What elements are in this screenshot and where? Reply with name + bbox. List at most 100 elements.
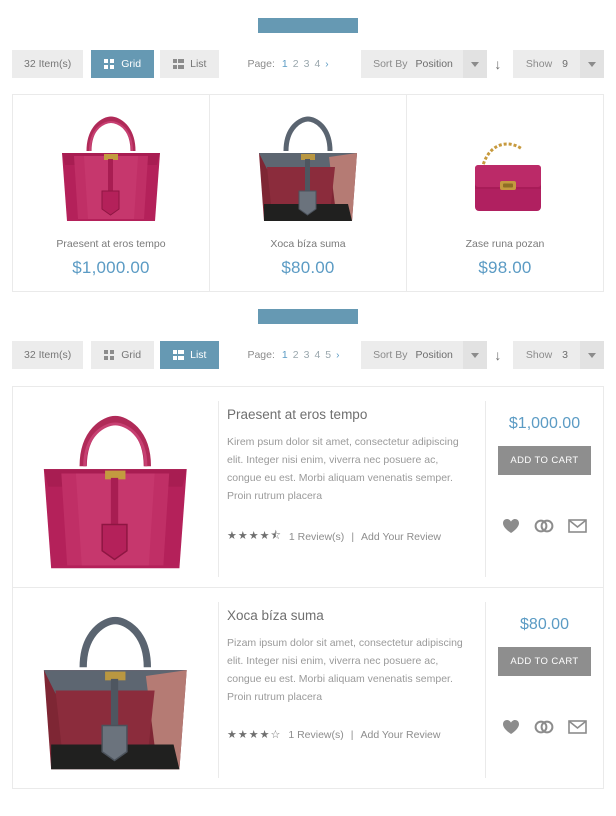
chevron-down-icon: [588, 352, 596, 358]
grid-product-price: $80.00: [281, 258, 335, 277]
colorblock-tote-bag-image: [258, 116, 357, 221]
rating-stars: ★★★★⯪: [227, 530, 282, 542]
list-view-button-top[interactable]: List: [160, 50, 220, 78]
compare-icon[interactable]: [534, 518, 554, 534]
list-product-name[interactable]: Xoca bíza suma: [227, 608, 471, 623]
chevron-down-icon: [470, 352, 479, 358]
list-icon: [173, 58, 185, 70]
view-mode-switch-grid: Grid List: [91, 50, 220, 78]
show-value-grid: 9: [562, 58, 568, 70]
page-link-3-list[interactable]: 3: [304, 349, 310, 361]
pagination-list: Page: 1 2 3 4 5 ›: [247, 349, 339, 361]
page-link-3-grid[interactable]: 3: [304, 58, 310, 70]
grid-view-button-bottom[interactable]: Grid: [91, 341, 155, 369]
sort-by-label-grid: Sort By: [373, 58, 408, 70]
chevron-down-icon: [588, 61, 596, 67]
add-your-review-link[interactable]: Add Your Review: [361, 531, 441, 543]
grid-product-item[interactable]: Xoca bíza suma $80.00: [209, 95, 406, 291]
list-product-item[interactable]: Xoca bíza suma Pizam ipsum dolor sit ame…: [13, 587, 603, 788]
next-page-arrow-list[interactable]: ›: [336, 350, 339, 361]
toolbar-grid: 32 Item(s) Grid List Page: 1 2 3 4 › Sor…: [12, 50, 604, 78]
grid-icon: [104, 349, 115, 361]
page-link-2-grid[interactable]: 2: [293, 58, 299, 70]
sort-by-value-grid: Position: [415, 58, 453, 70]
grid-product-name: Zase runa pozan: [465, 238, 545, 250]
list-product-name[interactable]: Praesent at eros tempo: [227, 407, 471, 422]
show-control-grid[interactable]: Show 9: [512, 50, 580, 78]
page-link-5-list[interactable]: 5: [325, 349, 331, 361]
grid-product-list: Praesent at eros tempo $1,000.00 Xoca bí…: [12, 94, 604, 292]
toolbar-right-list: Sort By Position ↓ Show 3: [361, 341, 604, 369]
product-listing-page: 32 Item(s) Grid List Page: 1 2 3 4 › Sor…: [0, 0, 616, 816]
list-product-actions: $1,000.00 ADD TO CART: [485, 401, 603, 577]
list-section-heading: [0, 292, 616, 324]
list-product-list: Praesent at eros tempo Kirem psum dolor …: [12, 386, 604, 789]
list-product-image-cell: [13, 602, 218, 778]
list-product-actions: $80.00 ADD TO CART: [485, 602, 603, 778]
sort-by-control-grid[interactable]: Sort By Position: [361, 50, 463, 78]
grid-section-heading-bar: [258, 18, 358, 33]
colorblock-tote-bag-image: [43, 616, 187, 770]
list-product-description: Kirem psum dolor sit amet, consectetur a…: [227, 436, 459, 502]
sort-by-label-list: Sort By: [373, 349, 408, 361]
review-count: 1 Review(s): [288, 530, 345, 543]
page-link-4-list[interactable]: 4: [314, 349, 320, 361]
list-view-label: List: [190, 58, 207, 70]
list-product-price: $80.00: [520, 616, 569, 633]
list-product-info: Xoca bíza suma Pizam ipsum dolor sit ame…: [218, 602, 485, 778]
add-to-cart-button[interactable]: ADD TO CART: [498, 446, 591, 475]
add-to-cart-button[interactable]: ADD TO CART: [498, 647, 591, 676]
chevron-down-icon: [470, 61, 479, 67]
grid-product-item[interactable]: Praesent at eros tempo $1,000.00: [13, 95, 209, 291]
wishlist-heart-icon[interactable]: [502, 719, 520, 735]
sort-by-control-list[interactable]: Sort By Position: [361, 341, 463, 369]
grid-product-name: Praesent at eros tempo: [56, 238, 166, 250]
pink-tote-bag-image: [61, 116, 160, 221]
wishlist-heart-icon[interactable]: [502, 518, 520, 534]
pagination-grid: Page: 1 2 3 4 ›: [247, 58, 328, 70]
show-control-list[interactable]: Show 3: [512, 341, 580, 369]
page-link-4-grid[interactable]: 4: [314, 58, 320, 70]
show-label-list: Show: [525, 349, 553, 361]
item-count-list: 32 Item(s): [12, 341, 84, 369]
sort-direction-button-list[interactable]: ↓: [487, 347, 509, 363]
list-product-info: Praesent at eros tempo Kirem psum dolor …: [218, 401, 485, 577]
page-link-2-list[interactable]: 2: [293, 349, 299, 361]
show-label-grid: Show: [525, 58, 553, 70]
item-count-grid: 32 Item(s): [12, 50, 84, 78]
grid-view-button-top[interactable]: Grid: [91, 50, 155, 78]
toolbar-right-grid: Sort By Position ↓ Show 9: [361, 50, 604, 78]
page-label-list: Page:: [247, 349, 275, 361]
grid-icon: [104, 58, 115, 70]
add-your-review-link[interactable]: Add Your Review: [360, 729, 440, 741]
list-product-image-cell: [13, 401, 218, 577]
grid-view-label: Grid: [121, 349, 142, 361]
grid-view-label: Grid: [121, 58, 142, 70]
sort-direction-button-grid[interactable]: ↓: [487, 56, 509, 72]
show-dropdown-toggle-list[interactable]: [580, 341, 604, 369]
grid-product-item[interactable]: Zase runa pozan $98.00: [406, 95, 603, 291]
rating-stars: ★★★★☆: [227, 729, 282, 741]
grid-product-price: $1,000.00: [72, 258, 150, 277]
page-link-1-list[interactable]: 1: [282, 349, 288, 361]
sort-by-dropdown-toggle-grid[interactable]: [462, 50, 487, 78]
list-product-price: $1,000.00: [508, 415, 581, 432]
list-view-label: List: [190, 349, 207, 361]
email-icon[interactable]: [568, 519, 587, 533]
next-page-arrow-grid[interactable]: ›: [325, 59, 328, 70]
email-icon[interactable]: [568, 720, 587, 734]
list-view-button-bottom[interactable]: List: [160, 341, 220, 369]
show-dropdown-toggle-grid[interactable]: [580, 50, 604, 78]
list-product-item[interactable]: Praesent at eros tempo Kirem psum dolor …: [13, 387, 603, 587]
product-action-icons: [502, 719, 587, 735]
grid-product-price: $98.00: [478, 258, 532, 277]
rating-row: ★★★★☆ 1 Review(s) | Add Your Review: [227, 728, 471, 742]
page-link-1-grid[interactable]: 1: [282, 58, 288, 70]
review-separator: |: [351, 530, 355, 543]
product-action-icons: [502, 518, 587, 534]
magenta-chain-flap-bag-image: [474, 142, 541, 211]
review-separator: |: [350, 728, 354, 741]
grid-section-heading: [0, 0, 616, 33]
compare-icon[interactable]: [534, 719, 554, 735]
sort-by-dropdown-toggle-list[interactable]: [462, 341, 487, 369]
